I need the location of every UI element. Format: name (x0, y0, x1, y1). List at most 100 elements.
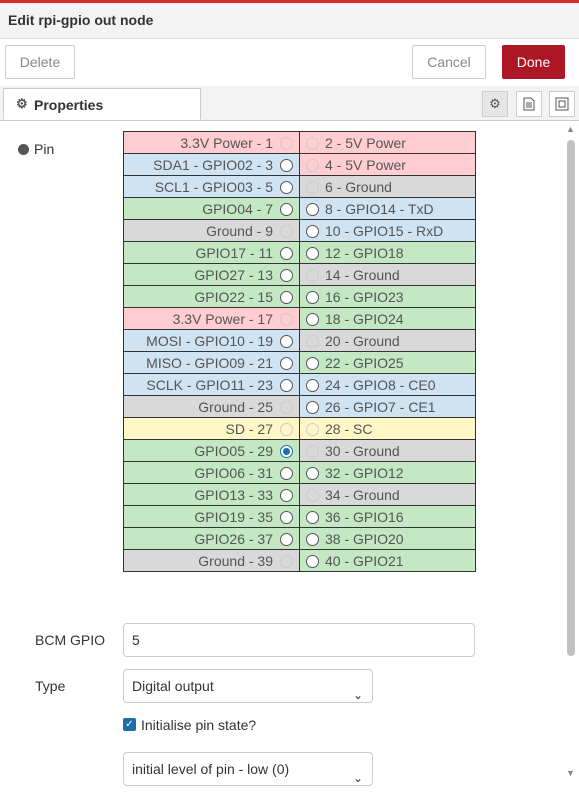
pin-label-text: GPIO05 - 29 (194, 442, 273, 459)
pin-cell-right[interactable]: 24 - GPIO8 - CE0 (299, 373, 476, 396)
pin-row: Ground - 39 40 - GPIO21 (123, 549, 476, 572)
pin-label-text: 30 - Ground (325, 442, 400, 459)
pin-cell-right: 4 - 5V Power (299, 153, 476, 176)
pin-radio (306, 180, 319, 194)
cancel-button[interactable]: Cancel (412, 45, 486, 79)
pin-cell-left[interactable]: GPIO13 - 33 (123, 483, 300, 506)
pin-label-text: MOSI - GPIO10 - 19 (146, 332, 273, 349)
pin-cell-left[interactable]: GPIO05 - 29 (123, 439, 300, 462)
pin-cell-left[interactable]: GPIO06 - 31 (123, 461, 300, 484)
pin-cell-right[interactable]: 38 - GPIO20 (299, 527, 476, 550)
type-label: Type (35, 678, 66, 694)
tab-properties[interactable]: ⚙ Properties (3, 88, 201, 120)
pin-cell-right[interactable]: 26 - GPIO7 - CE1 (299, 395, 476, 418)
pin-radio[interactable] (280, 246, 293, 260)
pin-cell-left[interactable]: GPIO26 - 37 (123, 527, 300, 550)
appearance-button[interactable] (549, 91, 575, 117)
pin-radio[interactable] (280, 488, 293, 502)
delete-button[interactable]: Delete (5, 45, 75, 79)
init-state-label: Initialise pin state? (141, 717, 257, 733)
pin-radio[interactable] (280, 532, 293, 546)
pin-row: SCL1 - GPIO03 - 5 6 - Ground (123, 175, 476, 198)
chevron-down-icon: ⌄ (352, 771, 363, 785)
pin-cell-left[interactable]: SCL1 - GPIO03 - 5 (123, 175, 300, 198)
pin-label-text: 26 - GPIO7 - CE1 (325, 398, 436, 415)
pin-cell-left[interactable]: MISO - GPIO09 - 21 (123, 351, 300, 374)
pin-cell-left: Ground - 9 (123, 219, 300, 242)
pin-cell-right[interactable]: 10 - GPIO15 - RxD (299, 219, 476, 242)
pin-row: Ground - 25 26 - GPIO7 - CE1 (123, 395, 476, 418)
pin-row: MOSI - GPIO10 - 19 20 - Ground (123, 329, 476, 352)
pin-radio[interactable] (280, 202, 293, 216)
pin-row: 3.3V Power - 1 2 - 5V Power (123, 131, 476, 154)
pin-row: GPIO05 - 29 30 - Ground (123, 439, 476, 462)
pin-label-text: 22 - GPIO25 (325, 354, 404, 371)
bcm-gpio-input[interactable]: 5 (123, 623, 475, 657)
pin-radio[interactable] (280, 510, 293, 524)
pin-radio[interactable] (280, 356, 293, 370)
type-select[interactable]: Digital output ⌄ (123, 669, 373, 703)
pin-radio[interactable] (280, 444, 293, 458)
pin-label-text: 8 - GPIO14 - TxD (325, 200, 434, 217)
pin-radio[interactable] (306, 246, 319, 260)
tray-title: Edit rpi-gpio out node (8, 12, 154, 28)
pin-cell-left[interactable]: GPIO17 - 11 (123, 241, 300, 264)
frame-icon (555, 97, 569, 111)
pin-radio[interactable] (306, 466, 319, 480)
pin-cell-left[interactable]: GPIO19 - 35 (123, 505, 300, 528)
pin-cell-right[interactable]: 18 - GPIO24 (299, 307, 476, 330)
pin-radio (306, 444, 319, 458)
pin-cell-right[interactable]: 22 - GPIO25 (299, 351, 476, 374)
pin-radio[interactable] (280, 466, 293, 480)
done-button[interactable]: Done (502, 45, 565, 79)
pin-cell-left: SD - 27 (123, 417, 300, 440)
pin-cell-left[interactable]: SCLK - GPIO11 - 23 (123, 373, 300, 396)
pin-radio[interactable] (280, 334, 293, 348)
pin-radio[interactable] (306, 312, 319, 326)
pin-radio[interactable] (280, 290, 293, 304)
init-state-checkbox[interactable]: ✓ (123, 718, 136, 731)
pin-label-text: 16 - GPIO23 (325, 288, 404, 305)
pin-radio[interactable] (280, 268, 293, 282)
pin-radio[interactable] (306, 400, 319, 414)
scrollbar-thumb[interactable] (567, 140, 575, 656)
pin-radio[interactable] (306, 356, 319, 370)
pin-cell-left[interactable]: MOSI - GPIO10 - 19 (123, 329, 300, 352)
pin-radio[interactable] (280, 180, 293, 194)
pin-cell-left[interactable]: GPIO27 - 13 (123, 263, 300, 286)
pin-radio[interactable] (306, 290, 319, 304)
pin-cell-left[interactable]: SDA1 - GPIO02 - 3 (123, 153, 300, 176)
pin-cell-right[interactable]: 40 - GPIO21 (299, 549, 476, 572)
initial-level-select[interactable]: initial level of pin - low (0) ⌄ (123, 752, 373, 786)
pin-cell-right[interactable]: 16 - GPIO23 (299, 285, 476, 308)
pin-radio[interactable] (306, 554, 319, 568)
pin-cell-right[interactable]: 12 - GPIO18 (299, 241, 476, 264)
description-button[interactable] (516, 91, 542, 117)
scroll-down-icon[interactable]: ▼ (566, 768, 575, 778)
tray-header: Edit rpi-gpio out node (0, 3, 579, 39)
pin-radio[interactable] (280, 378, 293, 392)
pin-row: GPIO26 - 37 38 - GPIO20 (123, 527, 476, 550)
pin-cell-left[interactable]: GPIO04 - 7 (123, 197, 300, 220)
scroll-up-icon[interactable]: ▲ (566, 124, 575, 134)
pin-label-text: GPIO13 - 33 (194, 486, 273, 503)
pin-radio[interactable] (306, 202, 319, 216)
pin-radio[interactable] (306, 378, 319, 392)
pin-radio[interactable] (306, 224, 319, 238)
document-icon (523, 97, 535, 111)
settings-gear-button[interactable]: ⚙ (482, 91, 508, 117)
pin-radio (306, 488, 319, 502)
pin-label-text: Pin (34, 141, 55, 157)
pin-cell-left[interactable]: GPIO22 - 15 (123, 285, 300, 308)
pin-radio[interactable] (280, 158, 293, 172)
type-select-value: Digital output (132, 678, 214, 694)
pin-radio[interactable] (306, 532, 319, 546)
pin-cell-right[interactable]: 36 - GPIO16 (299, 505, 476, 528)
pin-label-text: SCLK - GPIO11 - 23 (146, 376, 273, 393)
pin-radio[interactable] (306, 510, 319, 524)
pin-label-text: GPIO17 - 11 (195, 244, 273, 261)
pin-cell-right[interactable]: 32 - GPIO12 (299, 461, 476, 484)
pin-cell-right[interactable]: 8 - GPIO14 - TxD (299, 197, 476, 220)
pin-label-text: GPIO26 - 37 (194, 530, 273, 547)
pin-radio (306, 268, 319, 282)
